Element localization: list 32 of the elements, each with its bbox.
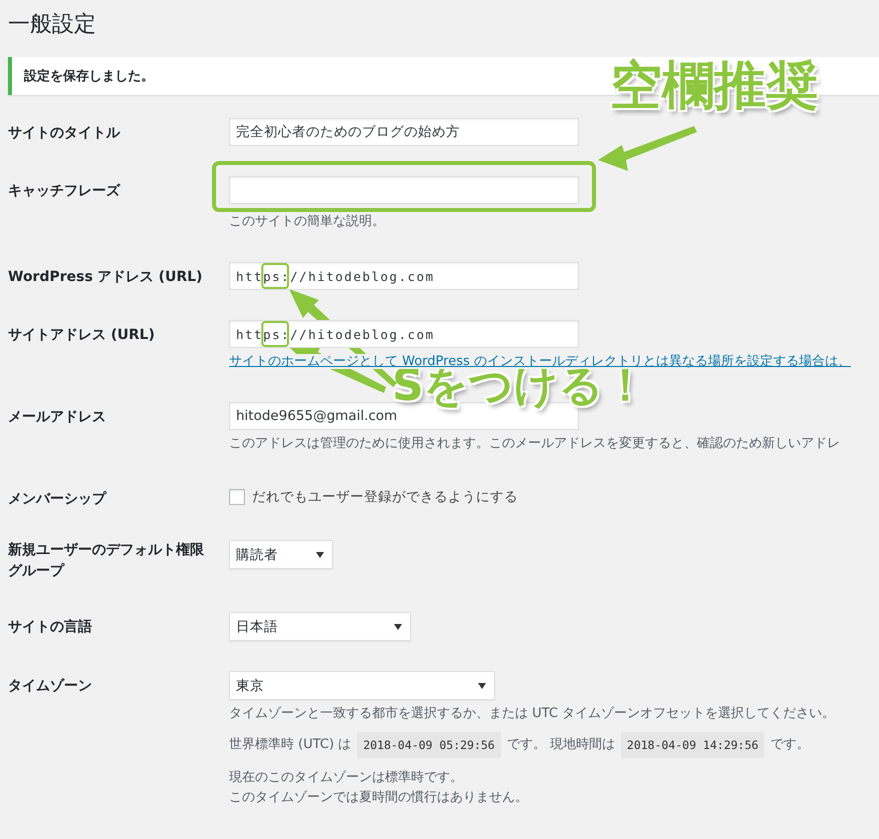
- timezone-note: このタイムゾーンでは夏時間の慣行はありません。: [229, 789, 529, 807]
- annotation-text: 空欄推奨: [610, 58, 818, 116]
- page-title: 一般設定: [7, 11, 97, 39]
- input-field[interactable]: [229, 176, 579, 204]
- field-label: サイトの言語: [7, 618, 93, 637]
- time-value: 2018-04-09 14:29:56: [620, 732, 764, 758]
- caret-icon: [316, 552, 324, 558]
- field-label: 新規ユーザーのデフォルト権限グループ: [7, 540, 205, 581]
- field-description: このアドレスは管理のために使用されます。このメールアドレスを変更すると、確認のため新しいアドレ: [229, 435, 841, 453]
- caret-icon: [394, 624, 402, 630]
- time-text: です。 現地時間は: [506, 736, 615, 754]
- field-label: メンバーシップ: [7, 490, 108, 509]
- caret-icon: [478, 682, 486, 688]
- field-label: WordPress アドレス (URL): [7, 268, 204, 287]
- field-label: タイムゾーン: [7, 677, 93, 696]
- time-text: 世界標準時 (UTC) は: [229, 736, 352, 754]
- select-dropdown[interactable]: 日本語: [229, 612, 411, 641]
- field-description: このサイトの簡単な説明。: [229, 213, 386, 231]
- notice-text: 設定を保存しました。: [24, 69, 154, 84]
- field-description: タイムゾーンと一致する都市を選択するか、または UTC タイムゾーンオフセットを選択してください。: [229, 705, 836, 723]
- time-text: です。: [770, 736, 810, 754]
- input-field[interactable]: 完全初心者のためのブログの始め方: [229, 118, 579, 146]
- field-label: サイトのタイトル: [7, 124, 122, 143]
- field-label: サイトアドレス (URL): [7, 326, 156, 345]
- timezone-note: 現在のこのタイムゾーンは標準時です。: [229, 769, 464, 787]
- time-value: 2018-04-09 05:29:56: [357, 732, 501, 758]
- field-label: メールアドレス: [7, 408, 107, 427]
- select-dropdown[interactable]: 購読者: [229, 540, 333, 569]
- select-dropdown[interactable]: 東京: [229, 671, 495, 700]
- checkbox[interactable]: [229, 489, 245, 505]
- checkbox-label[interactable]: だれでもユーザー登録ができるようにする: [252, 488, 518, 506]
- field-label: キャッチフレーズ: [7, 182, 122, 201]
